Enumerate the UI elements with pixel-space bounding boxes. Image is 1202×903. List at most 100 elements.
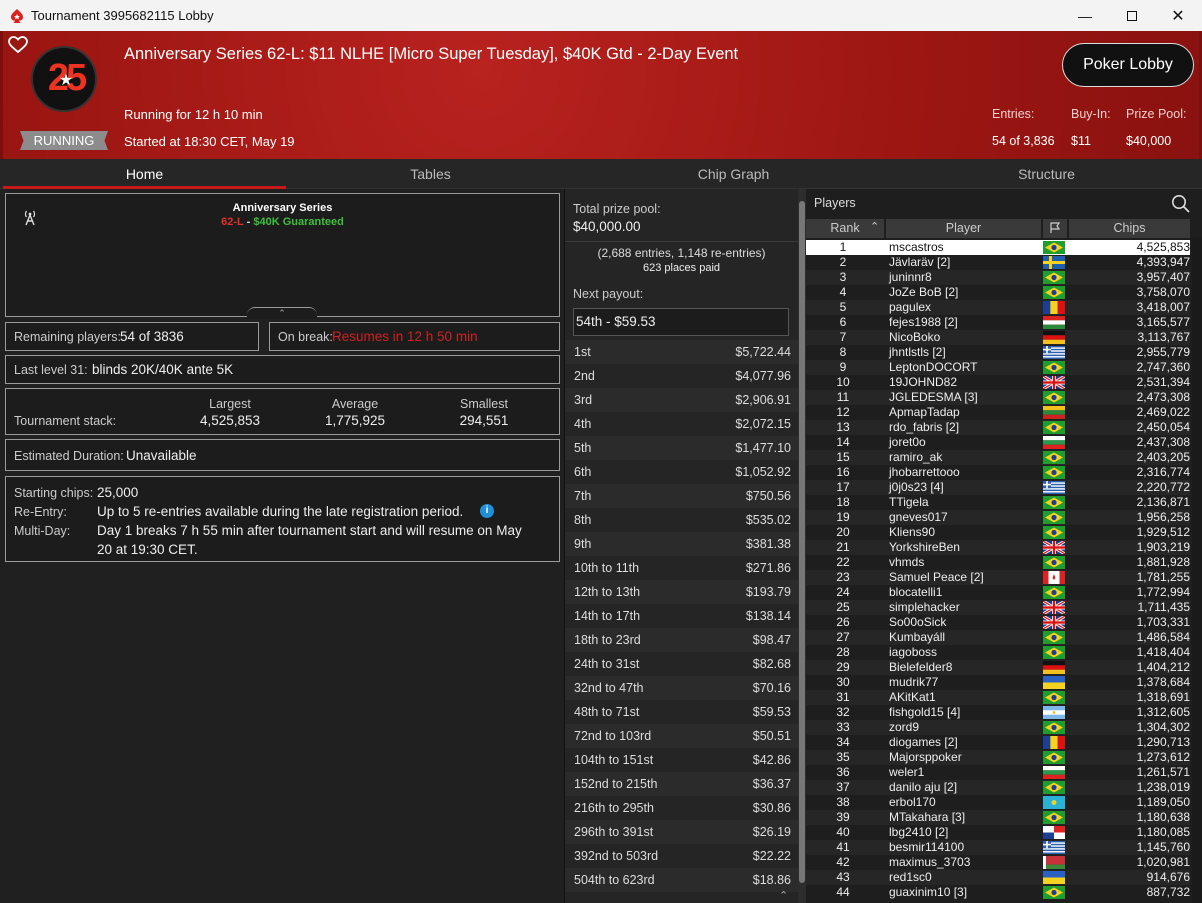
player-row[interactable]: 18 TTigela 2,136,871 — [806, 495, 1190, 510]
player-row[interactable]: 10 19JOHND82 2,531,394 — [806, 374, 1190, 391]
smallest-label: Smallest — [460, 397, 508, 411]
player-name: YorkshireBen — [889, 540, 960, 554]
bg-flag-icon — [1043, 436, 1065, 449]
scroll-up-arrow-icon[interactable]: ⌃ — [779, 889, 788, 902]
player-row[interactable]: 9 LeptonDOCORT 2,747,360 — [806, 360, 1190, 375]
payout-row: 2nd $4,077.96 — [565, 364, 798, 388]
favorite-heart-icon[interactable] — [8, 36, 28, 54]
player-name: danilo aju [2] — [889, 780, 958, 794]
players-scrollbar[interactable] — [1192, 238, 1202, 903]
info-icon[interactable]: i — [480, 504, 494, 518]
payout-row: 24th to 31st $82.68 — [565, 652, 798, 676]
payout-place: 1st — [574, 345, 591, 359]
player-row[interactable]: 24 blocatelli1 1,772,994 — [806, 585, 1190, 600]
col-header-chips[interactable]: Chips — [1069, 219, 1190, 238]
status-badge: RUNNING — [20, 131, 108, 150]
player-row[interactable]: 39 MTakahara [3] 1,180,638 — [806, 810, 1190, 825]
player-name: 19JOHND82 — [889, 375, 958, 389]
maximize-button[interactable] — [1109, 0, 1155, 31]
bg-flag-icon — [1043, 766, 1065, 779]
player-row[interactable]: 34 diogames [2] 1,290,713 — [806, 735, 1190, 750]
tab-tables[interactable]: Tables — [289, 159, 572, 189]
player-row[interactable]: 26 So00oSick 1,703,331 — [806, 614, 1190, 631]
player-row[interactable]: 3 juninnr8 3,957,407 — [806, 270, 1190, 285]
payout-scrollbar[interactable] — [798, 189, 806, 903]
player-row[interactable]: 21 YorkshireBen 1,903,219 — [806, 539, 1190, 556]
series-code: 62-L — [221, 216, 244, 228]
player-row[interactable]: 1 mscastros 4,525,853 — [806, 240, 1190, 255]
de-flag-icon — [1043, 661, 1065, 674]
payout-row: 18th to 23rd $98.47 — [565, 628, 798, 652]
player-row[interactable]: 8 jhntlstls [2] 2,955,779 — [806, 345, 1190, 360]
col-header-player[interactable]: Player — [886, 219, 1041, 238]
gr-flag-icon — [1043, 481, 1065, 494]
minimize-button[interactable]: — — [1062, 0, 1108, 31]
player-row[interactable]: 41 besmir114100 1,145,760 — [806, 840, 1190, 855]
player-row[interactable]: 40 lbg2410 [2] 1,180,085 — [806, 825, 1190, 840]
col-header-flag[interactable] — [1043, 219, 1067, 238]
player-row[interactable]: 32 fishgold15 [4] 1,312,605 — [806, 705, 1190, 720]
br-flag-icon — [1043, 631, 1065, 644]
player-row[interactable]: 38 erbol170 1,189,050 — [806, 795, 1190, 810]
poker-lobby-button[interactable]: Poker Lobby — [1062, 43, 1194, 87]
player-chips: 1,238,019 — [1136, 780, 1190, 794]
player-row[interactable]: 22 vhmds 1,881,928 — [806, 555, 1190, 570]
payout-amount: $50.51 — [752, 729, 791, 743]
col-header-rank[interactable]: Rank ⌃ — [806, 219, 884, 238]
payout-place: 7th — [574, 489, 592, 503]
payout-row: 9th $381.38 — [565, 532, 798, 556]
scrollbar-thumb[interactable] — [799, 201, 805, 883]
player-name: jhntlstls [2] — [889, 345, 946, 359]
player-row[interactable]: 37 danilo aju [2] 1,238,019 — [806, 780, 1190, 795]
search-icon[interactable] — [1171, 194, 1190, 213]
player-row[interactable]: 28 iagoboss 1,418,404 — [806, 645, 1190, 660]
player-row[interactable]: 31 AKitKat1 1,318,691 — [806, 690, 1190, 705]
player-row[interactable]: 6 fejes1988 [2] 3,165,577 — [806, 315, 1190, 330]
player-name: NicoBoko — [889, 330, 941, 344]
payout-row: 504th to 623rd $18.86 — [565, 868, 798, 892]
player-row[interactable]: 29 Bielefelder8 1,404,212 — [806, 660, 1190, 675]
payout-amount: $59.53 — [752, 705, 791, 719]
player-row[interactable]: 36 weler1 1,261,571 — [806, 765, 1190, 780]
player-row[interactable]: 44 guaxinim10 [3] 887,732 — [806, 885, 1190, 900]
player-row[interactable]: 42 maximus_3703 1,020,981 — [806, 855, 1190, 870]
tab-home[interactable]: Home — [3, 159, 286, 189]
payout-amount: $26.19 — [752, 825, 791, 839]
player-row[interactable]: 14 joret0o 2,437,308 — [806, 435, 1190, 450]
anniversary-badge-icon: 25 ★ — [31, 46, 97, 112]
player-name: lbg2410 [2] — [889, 825, 949, 839]
close-button[interactable]: ✕ — [1155, 0, 1201, 31]
player-row[interactable]: 35 Majorsppoker 1,273,612 — [806, 750, 1190, 765]
player-row[interactable]: 20 Kliens90 1,929,512 — [806, 525, 1190, 540]
player-row[interactable]: 4 JoZe BoB [2] 3,758,070 — [806, 285, 1190, 300]
player-row[interactable]: 19 gneves017 1,956,258 — [806, 510, 1190, 525]
player-row[interactable]: 13 rdo_fabris [2] 2,450,054 — [806, 420, 1190, 435]
series-separator: - — [243, 216, 254, 228]
tab-chip-graph[interactable]: Chip Graph — [592, 159, 875, 189]
br-flag-icon — [1043, 361, 1065, 374]
player-name: ApmapTadap — [889, 405, 960, 419]
player-name: erbol170 — [889, 795, 936, 809]
player-row[interactable]: 43 red1sc0 914,676 — [806, 870, 1190, 885]
started-at: Started at 18:30 CET, May 19 — [124, 134, 295, 149]
player-chips: 1,903,219 — [1136, 540, 1190, 554]
player-row[interactable]: 23 Samuel Peace [2] 1,781,255 — [806, 570, 1190, 585]
player-name: weler1 — [889, 765, 925, 779]
player-row[interactable]: 7 NicoBoko 3,113,767 — [806, 330, 1190, 345]
payout-place: 392nd to 503rd — [574, 849, 659, 863]
payout-row: 4th $2,072.15 — [565, 412, 798, 436]
player-row[interactable]: 33 zord9 1,304,302 — [806, 720, 1190, 735]
player-row[interactable]: 5 pagulex 3,418,007 — [806, 300, 1190, 315]
player-row[interactable]: 15 ramiro_ak 2,403,205 — [806, 450, 1190, 465]
level-box: Last level 31: blinds 20K/40K ante 5K — [5, 355, 560, 384]
player-row[interactable]: 17 j0j0s23 [4] 2,220,772 — [806, 480, 1190, 495]
player-row[interactable]: 12 ApmapTadap 2,469,022 — [806, 405, 1190, 420]
player-row[interactable]: 2 Jävlaräv [2] 4,393,947 — [806, 255, 1190, 270]
player-row[interactable]: 25 simplehacker 1,711,435 — [806, 599, 1190, 616]
tab-structure[interactable]: Structure — [905, 159, 1188, 189]
player-row[interactable]: 11 JGLEDESMA [3] 2,473,308 — [806, 390, 1190, 405]
collapse-toggle[interactable]: ⌃ — [247, 307, 317, 319]
player-row[interactable]: 30 mudrik77 1,378,684 — [806, 675, 1190, 690]
player-row[interactable]: 27 Kumbayáll 1,486,584 — [806, 630, 1190, 645]
player-row[interactable]: 16 jhobarrettooo 2,316,774 — [806, 465, 1190, 480]
